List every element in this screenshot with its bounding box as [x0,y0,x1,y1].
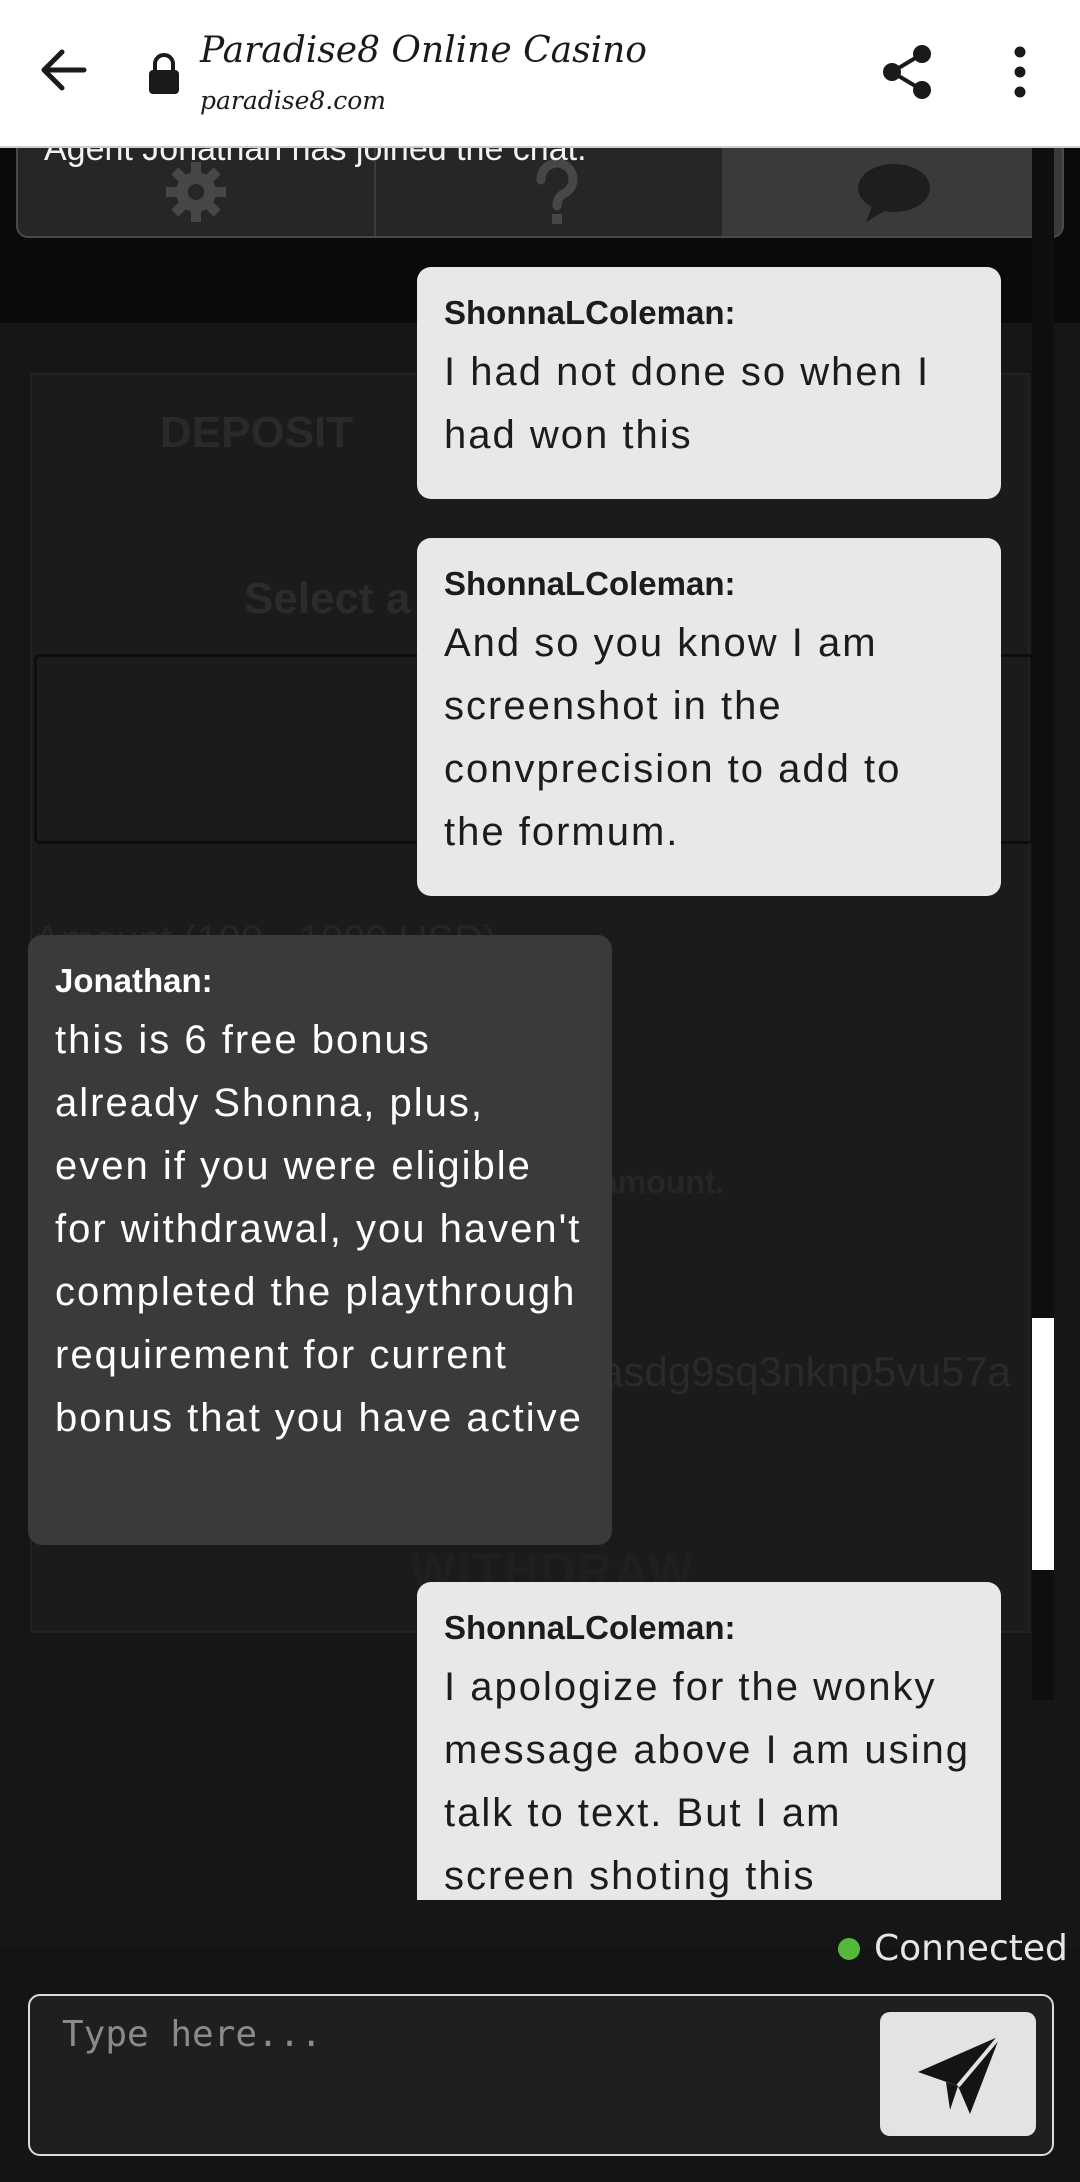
message-input[interactable] [30,1996,870,2154]
message-sender: Jonathan: [55,962,213,999]
message-sender: ShonnaLColeman: [444,565,736,602]
send-icon [918,2034,1002,2114]
chat-scrollbar-thumb[interactable] [1032,1318,1054,1570]
status-text: Connected [874,1928,1068,1969]
chat-message: ShonnaLColeman: I had not done so when I… [417,267,1001,499]
site-title: Paradise8 Online Casino [200,30,647,71]
message-sender: ShonnaLColeman: [444,1609,736,1646]
tab-chat[interactable] [722,148,1062,236]
message-composer [28,1994,1054,2156]
message-text: I had not done so when I had won this [444,350,931,457]
lock-icon [146,52,182,96]
send-button[interactable] [880,2012,1036,2136]
chat-message-list[interactable]: ShonnaLColeman: I had not done so when I… [0,240,1080,1900]
message-text: this is 6 free bonus already Shonna, plu… [55,1018,583,1440]
site-url[interactable]: paradise8.com [200,86,386,115]
message-text: I apologize for the wonky message above … [444,1665,971,1898]
chat-message: ShonnaLColeman: I apologize for the wonk… [417,1582,1001,1900]
chat-bubble-icon [858,164,930,222]
browser-top-bar: Paradise8 Online Casino paradise8.com [0,0,1080,148]
chat-message: Jonathan: this is 6 free bonus already S… [28,935,612,1545]
back-arrow-icon[interactable] [34,40,94,100]
message-sender: ShonnaLColeman: [444,294,736,331]
share-icon[interactable] [876,40,940,104]
message-text: And so you know I am screenshot in the c… [444,621,902,854]
chat-message: ShonnaLColeman: And so you know I am scr… [417,538,1001,896]
more-vert-icon[interactable] [1000,40,1040,104]
status-dot-icon [838,1938,860,1960]
